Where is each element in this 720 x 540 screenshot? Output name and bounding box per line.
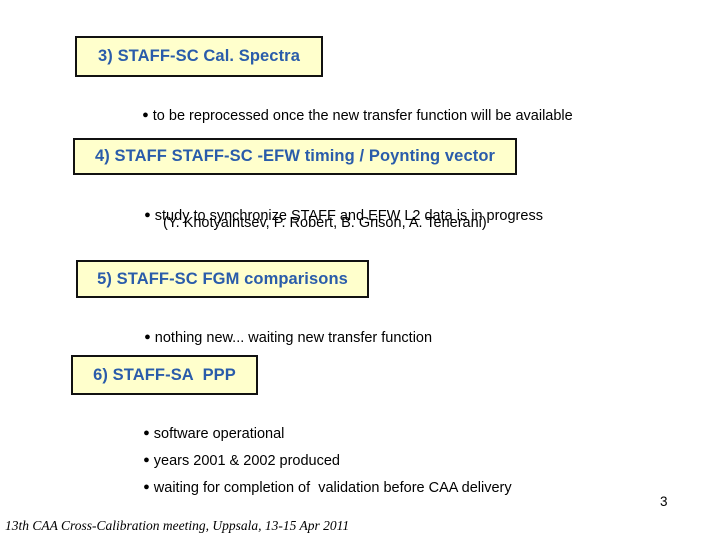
slide-canvas: 3) STAFF-SC Cal. Spectra ● to be reproces… xyxy=(0,0,720,540)
bullet-dot-icon: ● xyxy=(144,208,151,221)
page-number: 3 xyxy=(660,494,668,509)
bullet-text: nothing new... waiting new transfer func… xyxy=(154,329,433,346)
bullet-dot-icon: ● xyxy=(142,108,149,121)
section-heading-4: 4) STAFF STAFF-SC -EFW timing / Poynting… xyxy=(73,138,517,175)
section-heading-6: 6) STAFF-SA PPP xyxy=(71,355,258,395)
slide-footer: 13th CAA Cross-Calibration meeting, Upps… xyxy=(5,518,350,533)
section-heading-3: 3) STAFF-SC Cal. Spectra xyxy=(75,36,323,77)
bullet-item: ● to be reprocessed once the new transfer… xyxy=(126,91,573,141)
bullet-dot-icon: ● xyxy=(144,330,151,343)
section-heading-5: 5) STAFF-SC FGM comparisons xyxy=(76,260,369,298)
bullet-text: waiting for completion of validation bef… xyxy=(153,479,512,496)
bullet-dot-icon: ● xyxy=(143,480,150,493)
bullet-text: to be reprocessed once the new transfer … xyxy=(152,107,573,124)
bullet-item: ● waiting for completion of validation be… xyxy=(127,463,512,513)
authors-line: (Y. Khotyaintsev, P. Robert, B. Grison, … xyxy=(163,215,487,231)
